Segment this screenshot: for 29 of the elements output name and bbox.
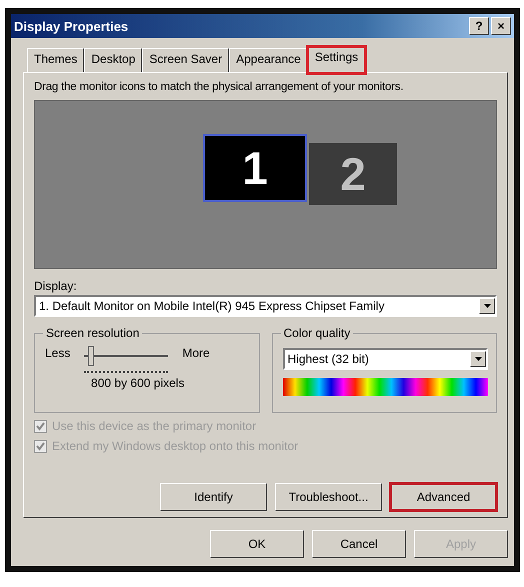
less-label: Less [45,346,70,360]
help-button[interactable]: ? [469,17,489,35]
dialog-button[interactable]: Cancel [312,530,406,558]
tab[interactable]: Themes [27,48,84,72]
instruction-text: Drag the monitor icons to match the physical arrangement of your monitors. [34,81,404,93]
dialog-button[interactable]: OK [210,530,304,558]
dropdown-value: Highest (32 bit) [288,352,369,366]
tab[interactable]: Settings [308,47,366,73]
close-button[interactable]: × [491,17,511,35]
group-title: Screen resolution [43,326,142,340]
dropdown[interactable]: 1. Default Monitor on Mobile Intel(R) 945 Express Chipset Family [34,295,497,317]
tab[interactable]: Screen Saver [142,48,230,72]
dropdown[interactable]: Highest (32 bit) [282,348,488,370]
resolution-reading: 800 by 600 pixels [90,376,186,390]
checkbox-label: Extend my Windows desktop onto this monitor [52,439,298,453]
checkbox-label: Use this device as the primary monitor [52,419,256,433]
window-title: Display Properties [14,18,128,34]
more-label: More [182,346,210,360]
tab[interactable]: Desktop [84,48,142,72]
slider-thumb[interactable] [88,346,94,366]
monitor-tile[interactable]: 2 [309,143,397,205]
monitor-tile[interactable]: 1 [205,136,305,200]
group-title: Color quality [280,326,354,340]
panel-button[interactable]: Advanced [390,483,497,511]
tab[interactable]: Appearance [229,48,308,72]
display-label: Display: [34,279,78,293]
dropdown-value: 1. Default Monitor on Mobile Intel(R) 945 Express Chipset Family [39,299,384,313]
panel-button[interactable]: Troubleshoot... [275,483,382,511]
panel-button[interactable]: Identify [160,483,267,511]
